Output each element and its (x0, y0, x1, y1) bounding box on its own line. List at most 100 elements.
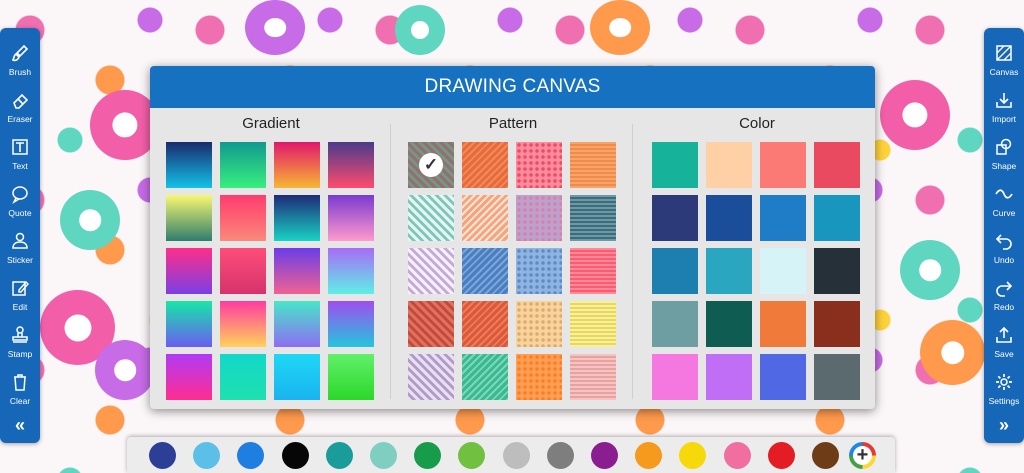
tool-label: Save (994, 349, 1014, 359)
panel-divider (390, 124, 391, 399)
tool-settings[interactable]: Settings (984, 371, 1024, 418)
gradient-swatch[interactable] (328, 354, 374, 400)
pattern-swatch[interactable] (462, 195, 508, 241)
palette-color-dot[interactable] (325, 442, 353, 469)
pattern-swatch[interactable]: ✓ (408, 142, 454, 188)
collapse-left-icon[interactable]: « (0, 413, 40, 437)
color-swatch[interactable] (760, 301, 806, 347)
palette-color-dot[interactable] (370, 442, 397, 469)
color-swatch[interactable] (706, 248, 752, 294)
color-swatch[interactable] (706, 142, 752, 188)
collapse-right-icon[interactable]: » (984, 413, 1024, 437)
palette-color-dot[interactable] (812, 442, 839, 469)
tool-quote[interactable]: Quote (0, 183, 40, 230)
color-swatch[interactable] (706, 301, 752, 347)
palette-color-dot[interactable] (414, 442, 442, 469)
gradient-swatch[interactable] (220, 354, 266, 400)
color-swatch[interactable] (652, 142, 698, 188)
pattern-swatch[interactable] (408, 301, 454, 347)
color-swatch[interactable] (760, 248, 806, 294)
gradient-swatch[interactable] (274, 142, 320, 188)
gradient-swatch[interactable] (328, 195, 374, 241)
pattern-swatch[interactable] (570, 354, 616, 400)
tool-text[interactable]: Text (0, 136, 40, 183)
color-swatch[interactable] (814, 142, 860, 188)
gradient-swatch[interactable] (274, 354, 320, 400)
tool-redo[interactable]: Redo (984, 277, 1024, 324)
tool-eraser[interactable]: Eraser (0, 89, 40, 136)
palette-color-dot[interactable] (237, 442, 265, 469)
color-swatch[interactable] (814, 248, 860, 294)
tool-save[interactable]: Save (984, 324, 1024, 371)
color-swatch[interactable] (760, 354, 806, 400)
palette-color-dot[interactable] (502, 442, 530, 469)
pattern-swatch[interactable] (570, 142, 616, 188)
color-swatch[interactable] (814, 195, 860, 241)
tool-brush[interactable]: Brush (0, 42, 40, 89)
gradient-swatch[interactable] (274, 301, 320, 347)
pattern-swatch[interactable] (570, 301, 616, 347)
gradient-swatch[interactable] (220, 195, 266, 241)
palette-color-dot[interactable] (679, 442, 707, 469)
color-swatch[interactable] (814, 301, 860, 347)
pattern-swatch[interactable] (462, 354, 508, 400)
palette-color-dot[interactable] (767, 442, 795, 469)
color-swatch[interactable] (814, 354, 860, 400)
palette-color-dot[interactable] (546, 442, 574, 469)
palette-color-dot[interactable] (149, 442, 176, 469)
tool-edit[interactable]: Edit (0, 277, 40, 324)
palette-color-dot[interactable] (635, 442, 663, 469)
tool-curve[interactable]: Curve (984, 183, 1024, 230)
color-swatch[interactable] (706, 354, 752, 400)
pattern-swatch[interactable] (516, 195, 562, 241)
tool-import[interactable]: Import (984, 89, 1024, 136)
plus-icon: + (856, 444, 869, 466)
tool-stamp[interactable]: Stamp (0, 324, 40, 371)
redo-icon (993, 277, 1015, 299)
gradient-swatch[interactable] (166, 248, 212, 294)
color-swatch[interactable] (652, 248, 698, 294)
palette-color-dot[interactable] (723, 442, 751, 469)
pattern-swatch[interactable] (462, 301, 508, 347)
pattern-swatch[interactable] (408, 248, 454, 294)
pattern-swatch[interactable] (462, 248, 508, 294)
palette-color-dot[interactable] (458, 442, 486, 469)
gradient-swatch[interactable] (166, 354, 212, 400)
pattern-swatch[interactable] (516, 354, 562, 400)
gradient-swatch[interactable] (166, 142, 212, 188)
gradient-swatch[interactable] (328, 301, 374, 347)
color-swatch[interactable] (760, 195, 806, 241)
palette-color-dot[interactable] (281, 442, 309, 469)
gradient-swatch[interactable] (220, 301, 266, 347)
gradient-swatch[interactable] (274, 195, 320, 241)
pattern-swatch[interactable] (408, 195, 454, 241)
pattern-swatch[interactable] (516, 248, 562, 294)
color-swatch[interactable] (706, 195, 752, 241)
pattern-swatch[interactable] (516, 142, 562, 188)
gradient-swatch[interactable] (328, 248, 374, 294)
tool-shape[interactable]: Shape (984, 136, 1024, 183)
tool-canvas[interactable]: Canvas (984, 42, 1024, 89)
gradient-swatch[interactable] (220, 248, 266, 294)
tool-sticker[interactable]: Sticker (0, 230, 40, 277)
pattern-swatch[interactable] (408, 354, 454, 400)
color-palette-bar: + (127, 437, 895, 473)
gradient-swatch[interactable] (328, 142, 374, 188)
palette-color-dot[interactable] (193, 442, 221, 469)
tool-undo[interactable]: Undo (984, 230, 1024, 277)
gradient-swatch[interactable] (220, 142, 266, 188)
color-swatch[interactable] (760, 142, 806, 188)
tool-clear[interactable]: Clear (0, 371, 40, 418)
gradient-swatch[interactable] (166, 195, 212, 241)
palette-color-dot[interactable] (591, 442, 618, 469)
pattern-swatch[interactable] (516, 301, 562, 347)
add-color-button[interactable]: + (849, 442, 876, 469)
gradient-swatch[interactable] (274, 248, 320, 294)
pattern-swatch[interactable] (570, 195, 616, 241)
color-swatch[interactable] (652, 301, 698, 347)
color-swatch[interactable] (652, 195, 698, 241)
pattern-swatch[interactable] (462, 142, 508, 188)
pattern-swatch[interactable] (570, 248, 616, 294)
color-swatch[interactable] (652, 354, 698, 400)
gradient-swatch[interactable] (166, 301, 212, 347)
